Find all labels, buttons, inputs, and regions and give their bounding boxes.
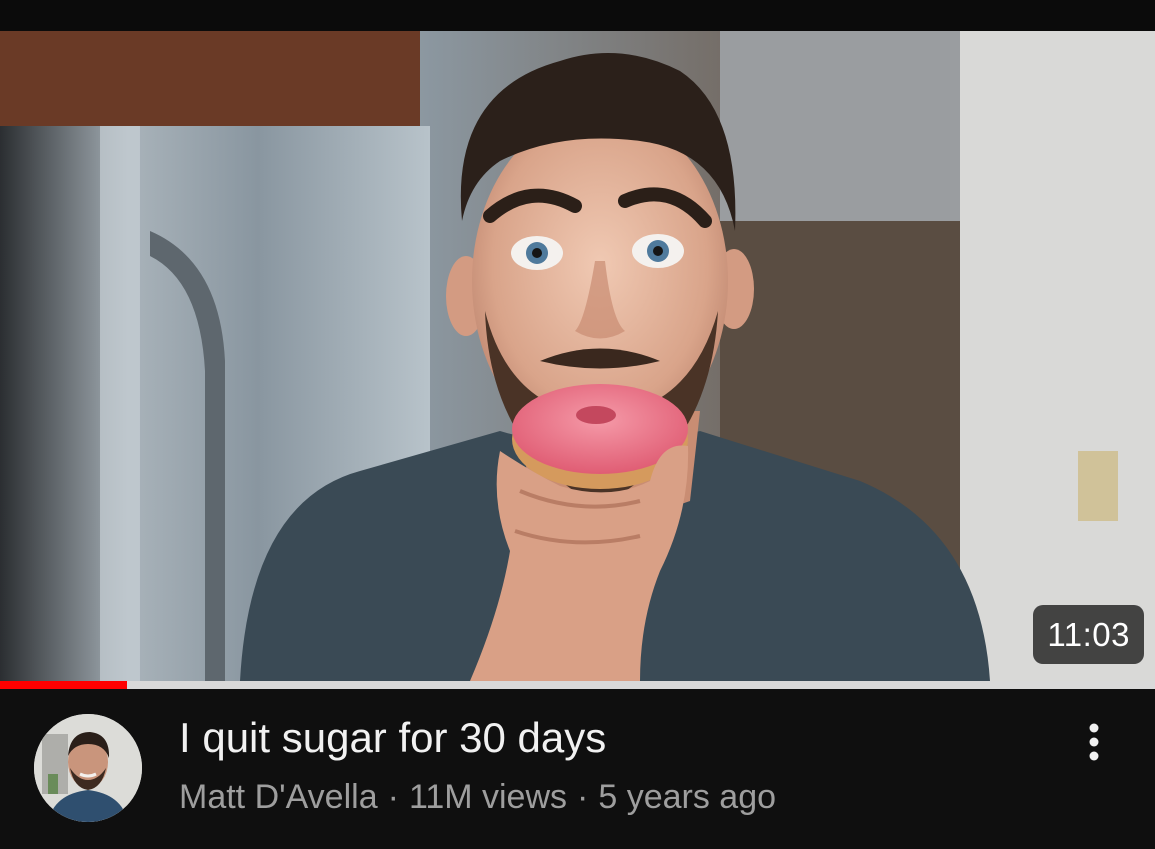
channel-name[interactable]: Matt D'Avella — [179, 778, 378, 816]
video-title[interactable]: I quit sugar for 30 days — [179, 711, 606, 765]
more-options-button[interactable] — [1072, 717, 1116, 767]
status-bar-area — [0, 0, 1155, 31]
meta-separator: · — [577, 778, 589, 816]
upload-age: 5 years ago — [598, 778, 777, 816]
avatar-image — [34, 714, 142, 822]
view-count: 11M views — [408, 778, 568, 816]
video-card-screen: 11:03 I quit sugar for 30 days Matt D'Av… — [0, 0, 1155, 849]
channel-avatar[interactable] — [34, 714, 142, 822]
video-metadata: Matt D'Avella · 11M views · 5 years ago — [179, 775, 776, 819]
meta-separator: · — [387, 778, 399, 816]
video-info-row: I quit sugar for 30 days Matt D'Avella · 1… — [0, 689, 1155, 849]
watch-progress-bar — [0, 681, 1155, 689]
duration-badge: 11:03 — [1033, 605, 1144, 664]
video-thumbnail[interactable]: 11:03 — [0, 31, 1155, 681]
more-vert-icon — [1089, 723, 1099, 761]
thumbnail-image — [0, 31, 1155, 681]
watch-progress-fill — [0, 681, 127, 689]
